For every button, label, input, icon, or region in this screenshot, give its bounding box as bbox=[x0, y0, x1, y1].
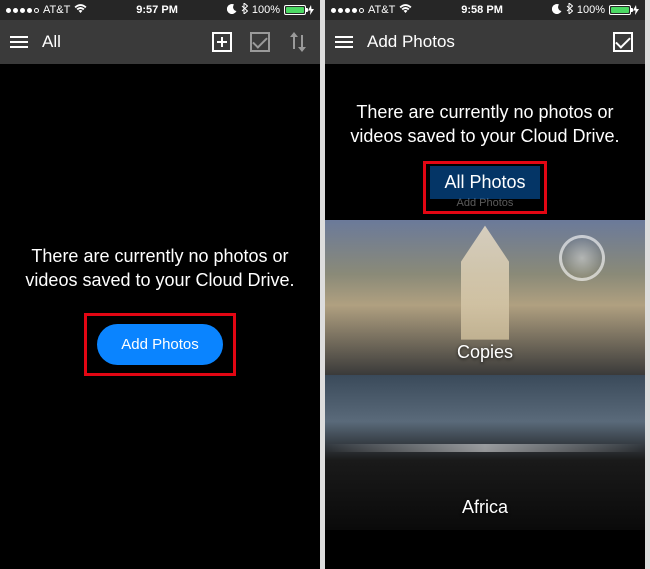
wifi-icon bbox=[74, 4, 87, 17]
add-icon[interactable] bbox=[210, 30, 234, 54]
select-icon[interactable] bbox=[611, 30, 635, 54]
menu-icon[interactable] bbox=[335, 36, 353, 48]
battery-icon bbox=[609, 5, 639, 15]
empty-line-2: videos saved to your Cloud Drive. bbox=[350, 124, 619, 148]
album-list: Copies Africa bbox=[325, 220, 645, 530]
empty-line-1: There are currently no photos or bbox=[25, 244, 294, 268]
battery-icon bbox=[284, 5, 314, 15]
status-bar: AT&T 9:57 PM 100% bbox=[0, 0, 320, 20]
clock-label: 9:57 PM bbox=[136, 4, 178, 16]
empty-line-1: There are currently no photos or bbox=[350, 100, 619, 124]
bluetooth-icon bbox=[566, 3, 573, 17]
album-label: Copies bbox=[457, 342, 513, 363]
nav-title: All bbox=[42, 32, 61, 52]
nav-bar: Add Photos bbox=[325, 20, 645, 64]
phone-screen-right: AT&T 9:58 PM 100% Add Photos T bbox=[325, 0, 645, 569]
select-icon[interactable] bbox=[248, 30, 272, 54]
nav-title: Add Photos bbox=[367, 32, 455, 52]
nav-bar: All bbox=[0, 20, 320, 64]
album-label: Africa bbox=[462, 497, 508, 518]
menu-icon[interactable] bbox=[10, 36, 28, 48]
battery-percent-label: 100% bbox=[252, 4, 280, 16]
highlight-box: Add Photos bbox=[84, 313, 236, 376]
carrier-label: AT&T bbox=[368, 4, 395, 16]
highlight-box: All Photos Add Photos bbox=[423, 161, 546, 214]
empty-line-2: videos saved to your Cloud Drive. bbox=[25, 268, 294, 292]
do-not-disturb-icon bbox=[552, 4, 562, 17]
empty-state-message: There are currently no photos or videos … bbox=[9, 244, 310, 293]
phone-screen-left: AT&T 9:57 PM 100% All bbox=[0, 0, 320, 569]
wifi-icon bbox=[399, 4, 412, 17]
do-not-disturb-icon bbox=[227, 4, 237, 17]
clock-label: 9:58 PM bbox=[461, 4, 503, 16]
album-item[interactable]: Africa bbox=[325, 375, 645, 530]
status-bar: AT&T 9:58 PM 100% bbox=[325, 0, 645, 20]
battery-percent-label: 100% bbox=[577, 4, 605, 16]
empty-state-message: There are currently no photos or videos … bbox=[334, 100, 635, 149]
bluetooth-icon bbox=[241, 3, 248, 17]
signal-icon bbox=[6, 8, 39, 13]
all-photos-selector[interactable]: All Photos bbox=[430, 166, 539, 199]
album-item[interactable]: Copies bbox=[325, 220, 645, 375]
add-photos-button[interactable]: Add Photos bbox=[97, 324, 223, 365]
signal-icon bbox=[331, 8, 364, 13]
sort-icon[interactable] bbox=[286, 30, 310, 54]
carrier-label: AT&T bbox=[43, 4, 70, 16]
